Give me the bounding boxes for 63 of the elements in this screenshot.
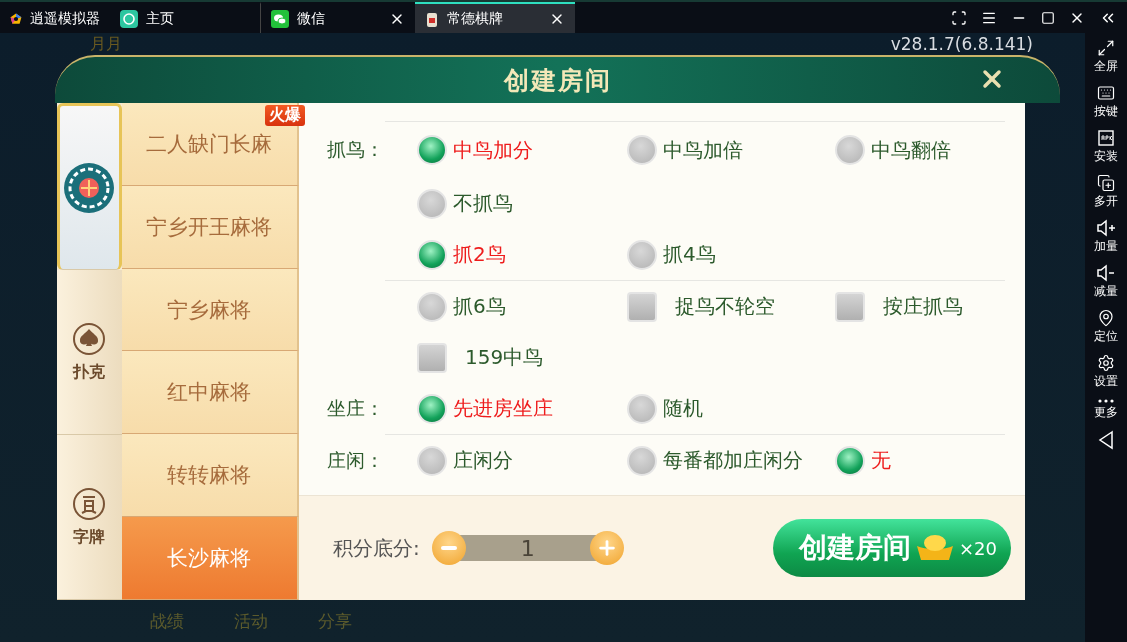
multi-window-icon (1097, 174, 1115, 192)
radio-option[interactable]: 中鸟加倍 (627, 135, 835, 165)
option-label: 抓鸟： (327, 137, 385, 162)
dialog-title: 创建房间 (503, 64, 612, 97)
sidebar-button[interactable]: 加量 (1094, 219, 1118, 255)
radio-option[interactable]: 无 (835, 445, 1005, 476)
settings-icon (1097, 354, 1115, 372)
browser-tab[interactable]: 常德棋牌 (415, 2, 575, 33)
increase-button[interactable] (589, 531, 624, 565)
radio-option[interactable]: 抓4鸟 (627, 239, 835, 270)
sidebar-button[interactable] (1097, 430, 1115, 450)
fullscreen-icon (1097, 39, 1115, 57)
nav-label: 战绩 (150, 609, 184, 633)
radio-option[interactable]: 不抓鸟 (417, 188, 627, 219)
keyboard-icon (1097, 84, 1115, 102)
nav-label: 活动 (234, 609, 268, 633)
location-pin-icon (1097, 309, 1115, 327)
checkbox-option[interactable]: 按庄抓鸟 (835, 291, 1005, 322)
option-label: 坐庄： (327, 395, 385, 421)
minus-icon (440, 546, 457, 550)
chat-app-icon (271, 9, 289, 28)
sidebar-button[interactable]: 更多 (1094, 399, 1118, 421)
radio-option[interactable]: 庄闲分 (417, 445, 627, 476)
checkbox-option[interactable]: 159中鸟 (417, 342, 627, 373)
category-tab[interactable] (57, 103, 122, 270)
radio-option[interactable]: 抓6鸟 (417, 291, 627, 322)
home-app-icon (120, 9, 138, 28)
category-tab[interactable]: 字牌 (57, 435, 122, 600)
sidebar-button[interactable]: 全屏 (1094, 39, 1118, 75)
screenshot-icon[interactable] (951, 9, 967, 26)
game-list-item[interactable]: 转转麻将 (121, 434, 299, 518)
radio-option[interactable]: 中鸟翻倍 (835, 135, 1005, 165)
nav-label: 分享 (318, 609, 352, 633)
radio-option[interactable]: 抓2鸟 (417, 239, 627, 270)
radio-option[interactable]: 先进房坐庄 (417, 393, 627, 424)
sidebar-button[interactable]: 安装 (1094, 129, 1118, 165)
sidebar-button[interactable]: 设置 (1094, 354, 1118, 390)
browser-tab[interactable]: 主页 (110, 2, 260, 33)
spade-icon (72, 321, 107, 356)
volume-up-icon (1096, 219, 1116, 237)
radio-option[interactable]: 每番都加庄闲分 (627, 445, 835, 476)
sidebar-button[interactable]: 减量 (1094, 264, 1118, 300)
decrease-button[interactable] (431, 531, 466, 565)
radio-option[interactable]: 中鸟加分 (417, 135, 627, 165)
game-list-item[interactable]: 宁乡麻将 (121, 268, 299, 352)
volume-down-icon (1096, 264, 1116, 282)
more-icon (1098, 399, 1114, 403)
version-text: v28.1.7(6.8.141) (890, 34, 1033, 54)
back-triangle-icon (1097, 430, 1115, 450)
hot-badge: 火爆 (265, 105, 305, 126)
username-text: 月月 (90, 33, 122, 55)
sidebar-button[interactable]: 多开 (1094, 174, 1118, 210)
sidebar-button[interactable]: 定位 (1094, 309, 1118, 345)
sidebar-button[interactable]: 按键 (1094, 84, 1118, 120)
glyph-seal-icon (72, 486, 107, 521)
score-label: 积分底分: (333, 534, 420, 562)
category-tab[interactable]: 扑克 (57, 270, 122, 435)
app-logo[interactable]: 逍遥模拟器 (0, 2, 110, 33)
checkbox-option[interactable]: 捉鸟不轮空 (627, 291, 835, 322)
package-icon (1097, 129, 1115, 147)
radio-option[interactable]: 随机 (627, 393, 835, 424)
maximize-icon[interactable] (1041, 10, 1055, 25)
option-label: 庄闲： (327, 447, 385, 473)
